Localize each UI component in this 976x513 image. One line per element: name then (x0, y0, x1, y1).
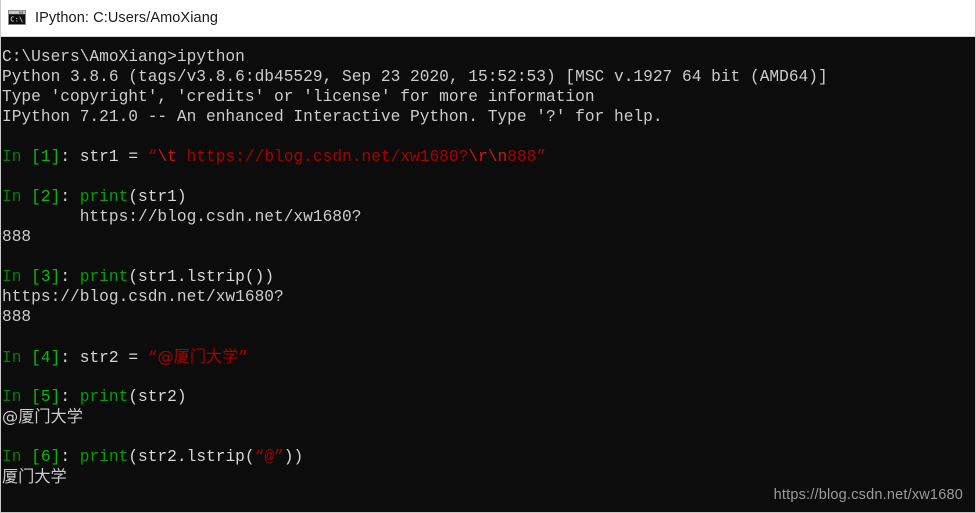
prompt-in-label: In (2, 268, 22, 286)
svg-text:C:\: C:\ (10, 15, 23, 24)
console-input-line-3[interactable]: In [3]: print(str1.lstrip()) (2, 267, 975, 287)
string-quote-close: ” (536, 148, 547, 166)
watermark-url: https://blog.csdn.net/xw1680 (773, 487, 963, 503)
console-output-line: https://blog.csdn.net/xw1680? (2, 288, 284, 306)
prompt-number: [5] (31, 388, 61, 406)
code-text: (str2) (128, 388, 187, 406)
prompt-colon: : (60, 349, 71, 367)
prompt-in-label: In (2, 349, 22, 367)
prompt-colon: : (60, 448, 71, 466)
window-titlebar: C:\ IPython: C:Users/AmoXiang (1, 0, 975, 37)
builtin-print: print (70, 388, 129, 406)
code-text: str2 = (70, 349, 148, 367)
prompt-number: [1] (31, 148, 61, 166)
console-line-ipython-version: IPython 7.21.0 -- An enhanced Interactiv… (2, 108, 663, 126)
console-line-copyright: Type 'copyright', 'credits' or 'license'… (2, 88, 595, 106)
code-text: (str2.lstrip( (128, 448, 255, 466)
console-input-line-6[interactable]: In [6]: print(str2.lstrip(“@”)) (2, 447, 975, 467)
prompt-colon: : (60, 188, 71, 206)
prompt-in-label: In (2, 448, 22, 466)
prompt-colon: : (60, 388, 71, 406)
prompt-number: [4] (31, 349, 61, 367)
prompt-colon: : (60, 268, 71, 286)
console-output-line: 厦门大学 (2, 467, 67, 486)
console-output-line: 888 (2, 228, 32, 246)
console-line-python-version: Python 3.8.6 (tags/v3.8.6:db45529, Sep 2… (2, 68, 828, 86)
string-escape-tab: \t (157, 148, 177, 166)
console-line-command: C:\Users\AmoXiang>ipython (2, 48, 245, 66)
prompt-in-label: In (2, 148, 22, 166)
cmd-console-icon: C:\ (8, 9, 26, 27)
builtin-print: print (70, 448, 129, 466)
string-tail: 888 (507, 148, 537, 166)
ipython-console-window: C:\ IPython: C:Users/AmoXiang C:\Users\A… (0, 0, 976, 513)
prompt-number: [3] (31, 268, 61, 286)
console-input-line-4[interactable]: In [4]: str2 = “@厦门大学” (2, 347, 975, 367)
string-body: @厦门大学 (157, 347, 239, 366)
prompt-in-label: In (2, 188, 22, 206)
builtin-print: print (70, 268, 129, 286)
code-text: )) (283, 448, 304, 466)
console-input-line-5[interactable]: In [5]: print(str2) (2, 387, 975, 407)
console-output-line: 888 (2, 308, 32, 326)
string-quote-open: “ (254, 448, 265, 466)
string-quote-open: “ (147, 349, 158, 367)
string-quote-open: “ (147, 148, 158, 166)
string-quote-close: ” (238, 349, 249, 367)
prompt-in-label: In (2, 388, 22, 406)
prompt-colon: : (60, 148, 71, 166)
console-input-line-2[interactable]: In [2]: print(str1) (2, 187, 975, 207)
window-title: IPython: C:Users/AmoXiang (35, 9, 219, 26)
string-quote-close: ” (274, 448, 284, 466)
code-text: (str1) (128, 188, 187, 206)
console-input-line-1[interactable]: In [1]: str1 = “\t https://blog.csdn.net… (2, 147, 975, 167)
prompt-number: [2] (31, 188, 61, 206)
code-text: (str1.lstrip()) (128, 268, 275, 286)
string-body: @ (264, 448, 275, 466)
prompt-number: [6] (31, 448, 61, 466)
console-output-line: @厦门大学 (2, 407, 83, 426)
builtin-print: print (70, 188, 129, 206)
string-body: https://blog.csdn.net/xw1680? (176, 148, 469, 166)
console-output-area[interactable]: C:\Users\AmoXiang>ipython Python 3.8.6 (… (1, 38, 975, 512)
string-escape-crlf: \r\n (468, 148, 508, 166)
console-output-line: https://blog.csdn.net/xw1680? (2, 208, 362, 226)
code-text: str1 = (70, 148, 148, 166)
